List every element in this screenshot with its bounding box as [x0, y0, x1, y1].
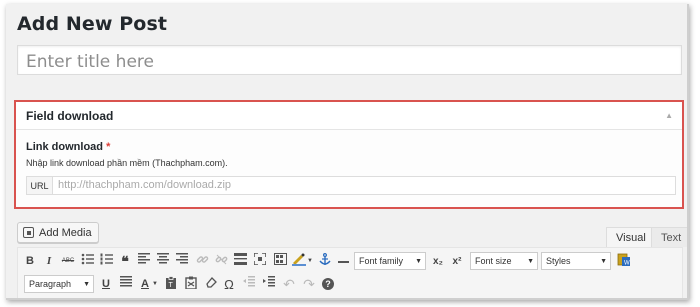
field-label-text: Link download	[26, 141, 103, 153]
toolbar-row-2: Paragraph ▼ U A ▼ T Ω ↶ ↷ ?	[18, 274, 682, 296]
font-size-dropdown-arrow: ▼	[527, 258, 534, 265]
font-size-select[interactable]: Font size ▼	[470, 252, 538, 270]
font-family-dropdown-arrow: ▼	[415, 258, 422, 265]
bold-button[interactable]: B	[23, 253, 37, 270]
tab-visual[interactable]: Visual	[606, 227, 656, 247]
strikethrough-button[interactable]: ABC	[59, 253, 77, 270]
toolbar-row-1: B I ABC ❝ ▼ Font family ▼ x₂ x² Font siz…	[18, 251, 682, 273]
undo-button[interactable]: ↶	[281, 276, 297, 293]
styles-value: Styles	[546, 256, 571, 266]
image-style-dropdown-arrow[interactable]: ▼	[306, 253, 314, 270]
underline-button[interactable]: U	[99, 276, 113, 293]
tab-text[interactable]: Text	[651, 227, 687, 247]
blockquote-button[interactable]: ❝	[118, 253, 132, 270]
collapse-arrow-icon[interactable]: ▲	[665, 111, 673, 120]
font-family-select[interactable]: Font family ▼	[354, 252, 426, 270]
align-right-button[interactable]	[174, 253, 190, 270]
help-icon-glyph: ?	[322, 278, 334, 290]
metabox-body: Link download * Nhập link download phần …	[16, 130, 682, 207]
superscript-button[interactable]: x²	[449, 253, 465, 270]
clear-formatting-icon[interactable]	[183, 276, 199, 293]
url-input-group: URL http://thachpham.com/download.zip	[26, 176, 676, 195]
styles-dropdown-arrow: ▼	[600, 258, 607, 265]
font-size-value: Font size	[475, 256, 512, 266]
required-mark: *	[106, 141, 111, 153]
url-prefix: URL	[26, 176, 53, 195]
link-download-label: Link download *	[26, 141, 682, 153]
eraser-icon[interactable]	[203, 276, 219, 293]
metabox-header[interactable]: Field download ▲	[16, 102, 682, 130]
editor-window: Add New Post Enter title here Field down…	[6, 4, 689, 300]
special-character-button[interactable]: Ω	[222, 276, 236, 293]
fullscreen-icon[interactable]	[252, 252, 268, 270]
media-icon	[23, 227, 34, 238]
field-description: Nhập link download phần mềm (Thachpham.c…	[26, 158, 228, 168]
format-value: Paragraph	[29, 279, 72, 289]
image-style-icon[interactable]	[291, 253, 306, 270]
add-media-label: Add Media	[39, 226, 92, 239]
align-left-button[interactable]	[136, 253, 152, 270]
text-color-button[interactable]: A	[139, 276, 151, 293]
svg-text:W: W	[624, 261, 630, 267]
svg-text:T: T	[169, 282, 174, 289]
font-family-value: Font family	[359, 256, 404, 266]
post-title-input[interactable]: Enter title here	[17, 45, 682, 75]
justify-icon[interactable]	[118, 276, 134, 293]
unlink-icon[interactable]	[213, 253, 229, 270]
format-dropdown-arrow: ▼	[83, 281, 90, 288]
italic-button[interactable]: I	[43, 253, 55, 270]
anchor-icon[interactable]	[318, 253, 332, 270]
metabox-title: Field download	[26, 109, 114, 123]
subscript-button[interactable]: x₂	[430, 253, 446, 270]
page-title: Add New Post	[17, 13, 168, 35]
paste-text-icon[interactable]: T	[163, 276, 179, 293]
align-center-button[interactable]	[155, 253, 171, 270]
horizontal-line-icon[interactable]	[336, 253, 350, 270]
outdent-icon[interactable]	[241, 276, 257, 293]
link-download-input[interactable]: http://thachpham.com/download.zip	[53, 176, 676, 195]
link-icon[interactable]	[194, 253, 210, 270]
indent-icon[interactable]	[261, 276, 277, 293]
paste-word-icon[interactable]: W	[615, 253, 631, 270]
redo-button[interactable]: ↷	[301, 276, 317, 293]
toolbar-toggle-icon[interactable]	[272, 253, 288, 270]
field-download-metabox: Field download ▲ Link download * Nhập li…	[14, 100, 684, 209]
editor-toolbar: B I ABC ❝ ▼ Font family ▼ x₂ x² Font siz…	[17, 247, 683, 298]
add-media-button[interactable]: Add Media	[17, 222, 99, 243]
help-icon[interactable]: ?	[321, 276, 335, 293]
text-color-dropdown-arrow[interactable]: ▼	[151, 276, 159, 293]
numbered-list-button[interactable]	[99, 253, 115, 270]
format-select[interactable]: Paragraph ▼	[24, 275, 94, 293]
styles-select[interactable]: Styles ▼	[541, 252, 611, 270]
read-more-icon[interactable]	[232, 253, 248, 270]
bulleted-list-button[interactable]	[80, 253, 96, 270]
